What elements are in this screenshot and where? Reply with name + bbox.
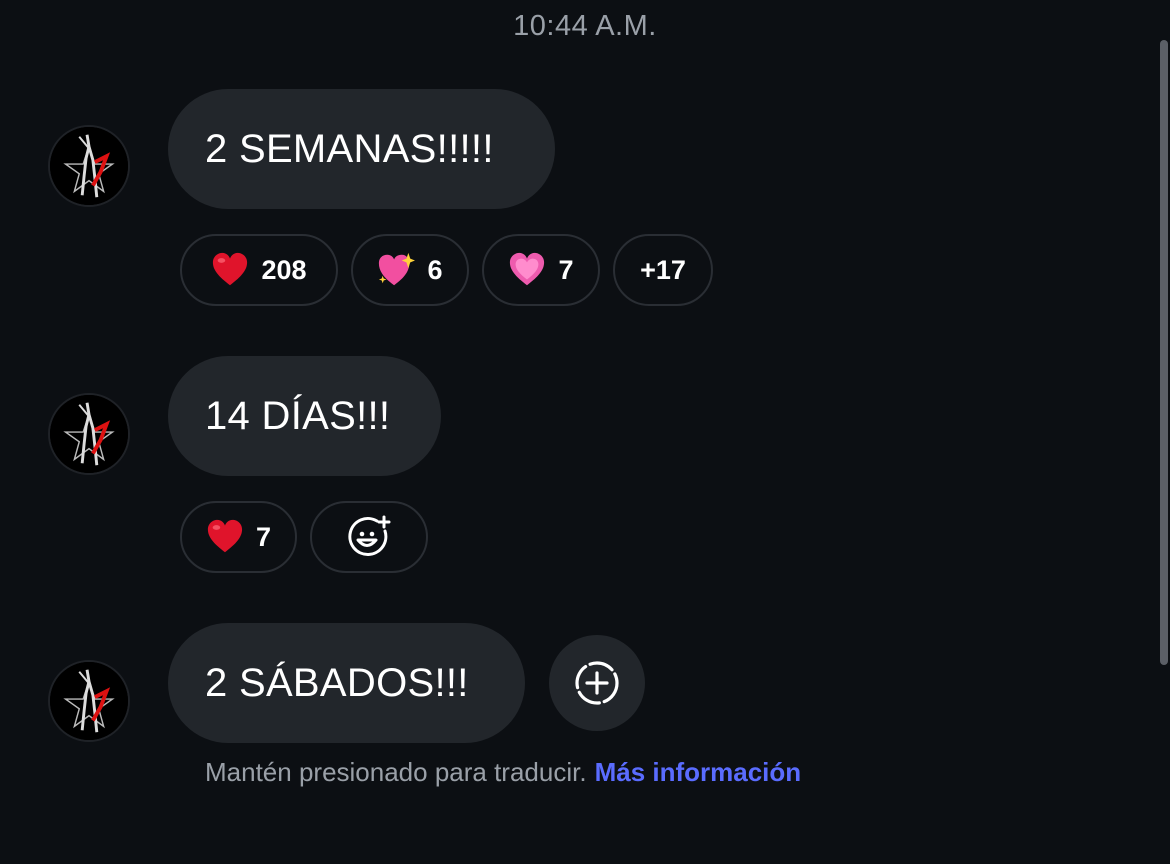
message-text: 2 SÁBADOS!!! <box>205 660 469 705</box>
chat-view: 10:44 A.M. 2 SEMANAS!!!!! 208 6 7 +17 14… <box>0 0 1170 864</box>
translate-hint: Mantén presionado para traducir. Más info… <box>205 757 801 788</box>
reaction-bar: 7 <box>180 501 428 573</box>
reaction-pill[interactable]: 7 <box>482 234 600 306</box>
add-reaction-icon <box>575 661 619 705</box>
reaction-pill[interactable]: 6 <box>351 234 469 306</box>
red-heart-icon <box>211 251 249 289</box>
red-heart-icon <box>206 518 244 556</box>
add-reaction-button[interactable] <box>549 635 645 731</box>
sender-avatar[interactable] <box>48 660 130 742</box>
translate-hint-text: Mantén presionado para traducir. <box>205 757 587 787</box>
sender-avatar[interactable] <box>48 125 130 207</box>
reaction-count: 6 <box>427 254 443 285</box>
reaction-bar: 208 6 7 +17 <box>180 234 713 306</box>
pink-heart-icon <box>508 251 546 289</box>
avatar-image <box>50 662 128 740</box>
sparkling-heart-icon <box>377 251 416 289</box>
message-bubble[interactable]: 2 SEMANAS!!!!! <box>168 89 555 209</box>
avatar-image <box>50 395 128 473</box>
more-info-link[interactable]: Más información <box>595 757 802 787</box>
reaction-count: 208 <box>261 254 307 285</box>
sender-avatar[interactable] <box>48 393 130 475</box>
more-reactions-count: +17 <box>640 254 686 285</box>
reaction-pill[interactable]: 208 <box>180 234 338 306</box>
message-text: 14 DÍAS!!! <box>205 393 391 438</box>
message-timestamp: 10:44 A.M. <box>513 10 657 42</box>
message-bubble[interactable]: 14 DÍAS!!! <box>168 356 441 476</box>
add-reaction-button[interactable] <box>310 501 428 573</box>
message-text: 2 SEMANAS!!!!! <box>205 126 494 171</box>
more-reactions-button[interactable]: +17 <box>613 234 713 306</box>
reaction-count: 7 <box>558 254 574 285</box>
reaction-pill[interactable]: 7 <box>180 501 297 573</box>
reaction-count: 7 <box>255 521 271 552</box>
message-bubble[interactable]: 2 SÁBADOS!!! <box>168 623 525 743</box>
avatar-image <box>50 127 128 205</box>
add-reaction-icon <box>348 515 391 556</box>
scrollbar[interactable] <box>1160 40 1168 665</box>
